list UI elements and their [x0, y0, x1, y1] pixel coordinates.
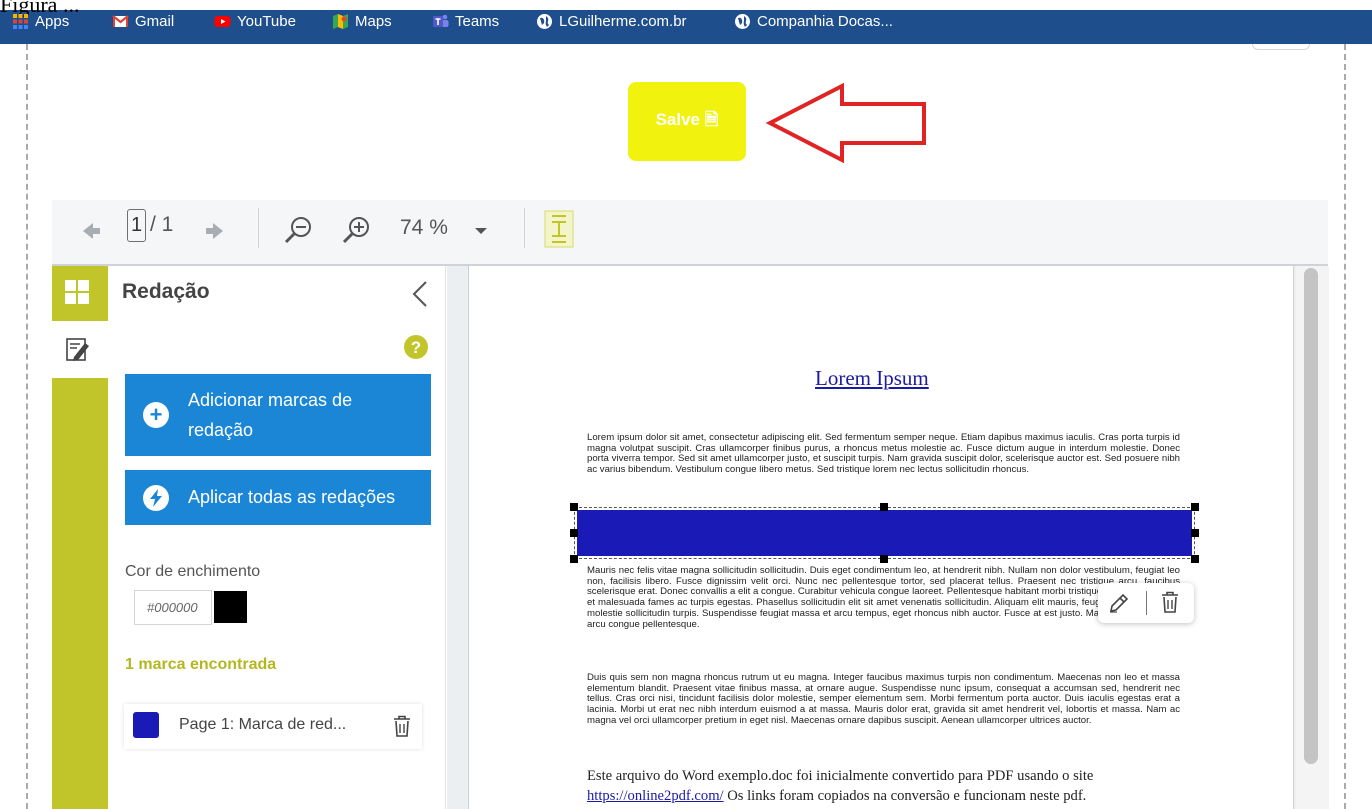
document-paragraph: Duis quis sem non magna rhoncus rutrum u… — [587, 673, 1180, 726]
fill-color-input[interactable]: #000000 — [134, 590, 212, 625]
bookmark-lguilherme[interactable]: LGuilherme.com.br — [536, 10, 687, 32]
plus-icon: + — [143, 402, 169, 428]
add-redaction-marks-button[interactable]: + Adicionar marcas de redação — [125, 374, 431, 456]
redaction-mark-fill[interactable] — [577, 510, 1192, 556]
zoom-in-icon[interactable] — [340, 214, 372, 246]
zoom-out-icon[interactable] — [282, 214, 314, 246]
toolbar-separator — [524, 208, 525, 248]
document-title-link[interactable]: Lorem Ipsum — [815, 366, 929, 391]
prev-page-icon[interactable] — [79, 219, 103, 243]
viewer-toolbar — [52, 200, 1328, 266]
help-icon[interactable]: ? — [403, 334, 429, 360]
rail-tab-thumbnails[interactable] — [52, 266, 108, 321]
mark-item-label: Page 1: Marca de red... — [179, 716, 347, 733]
svg-text:?: ? — [411, 338, 421, 357]
document-footer-text: Os links foram copiados na conversão e f… — [723, 788, 1087, 804]
bookmark-label: Maps — [355, 12, 392, 30]
fit-page-icon[interactable] — [544, 210, 574, 248]
bookmark-gmail[interactable]: Gmail — [112, 10, 174, 32]
bookmark-maps[interactable]: Maps — [332, 10, 392, 32]
rail-tab-redaction[interactable] — [52, 321, 108, 378]
scrollbar-thumb[interactable] — [1304, 268, 1318, 764]
document-paragraph: Mauris nec felis vitae magna sollicitudi… — [587, 566, 1180, 630]
top-tab-pill — [1252, 44, 1310, 50]
bookmark-label: LGuilherme.com.br — [559, 12, 687, 30]
lightning-icon — [143, 485, 169, 511]
apply-all-label: Aplicar todas as redações — [188, 487, 396, 507]
resize-handle[interactable] — [1191, 555, 1199, 563]
resize-handle[interactable] — [570, 529, 578, 537]
mark-color-swatch — [133, 712, 159, 738]
document-footer-link[interactable]: https://online2pdf.com/ — [587, 788, 724, 804]
bookmark-label: Apps — [35, 12, 70, 30]
teams-icon — [433, 14, 449, 27]
trash-icon[interactable] — [1161, 591, 1179, 613]
toolbar-divider — [1146, 591, 1147, 615]
edit-pencil-icon[interactable] — [1108, 592, 1130, 614]
bookmark-apps[interactable]: Apps — [12, 10, 69, 32]
bookmark-label: Gmail — [135, 12, 175, 30]
document-footer-line: https://online2pdf.com/ Os links foram c… — [587, 786, 1187, 806]
bookmark-label: Teams — [455, 12, 500, 30]
redaction-edit-icon — [66, 338, 89, 361]
redaction-mark-item[interactable]: Page 1: Marca de red... — [124, 704, 422, 749]
zoom-level[interactable]: 74 % — [400, 216, 448, 240]
apply-all-redactions-button[interactable]: Aplicar todas as redações — [125, 470, 431, 525]
gmail-icon — [112, 14, 129, 27]
trash-icon[interactable] — [393, 715, 411, 737]
grid-icon — [65, 280, 89, 304]
document-footer-line: Este arquivo do Word exemplo.doc foi ini… — [587, 768, 1094, 784]
resize-handle[interactable] — [570, 555, 578, 563]
bookmarks-bar: Figura ... Apps Gmail YouTube Maps Teams… — [0, 0, 1372, 44]
toolbar-separator — [258, 208, 259, 248]
panel-title: Redação — [122, 280, 210, 303]
apps-grid-icon — [13, 13, 28, 29]
bookmark-youtube[interactable]: YouTube — [214, 10, 296, 32]
resize-handle[interactable] — [880, 555, 888, 563]
bookmark-label: YouTube — [237, 12, 296, 30]
zoom-dropdown-icon[interactable] — [474, 226, 488, 236]
bookmark-label: Companhia Docas... — [757, 12, 893, 30]
bookmark-teams[interactable]: Teams — [432, 10, 499, 32]
resize-handle[interactable] — [1191, 503, 1199, 511]
next-page-icon[interactable] — [203, 219, 227, 243]
maps-icon — [333, 13, 348, 29]
fill-color-swatch[interactable] — [214, 591, 247, 623]
youtube-icon — [214, 15, 231, 27]
fill-color-label: Cor de enchimento — [125, 563, 261, 580]
mark-floating-toolbar — [1098, 583, 1194, 623]
bookmark-companhia-docas[interactable]: Companhia Docas... — [734, 10, 893, 32]
add-marks-label: Adicionar marcas de redação — [188, 390, 353, 440]
marks-found-count: 1 marca encontrada — [125, 656, 277, 673]
save-button[interactable]: Salve 🗎 — [628, 82, 746, 161]
pointer-arrow-icon — [765, 82, 926, 164]
resize-handle[interactable] — [1191, 529, 1199, 537]
document-paragraph: Lorem ipsum dolor sit amet, consectetur … — [587, 433, 1180, 476]
collapse-panel-icon[interactable] — [411, 280, 429, 308]
resize-handle[interactable] — [880, 503, 888, 511]
page-number-input[interactable]: 1 — [127, 209, 146, 242]
globe-icon — [735, 13, 750, 29]
resize-handle[interactable] — [570, 503, 578, 511]
globe-icon — [537, 13, 552, 29]
page-total: / 1 — [150, 213, 174, 236]
